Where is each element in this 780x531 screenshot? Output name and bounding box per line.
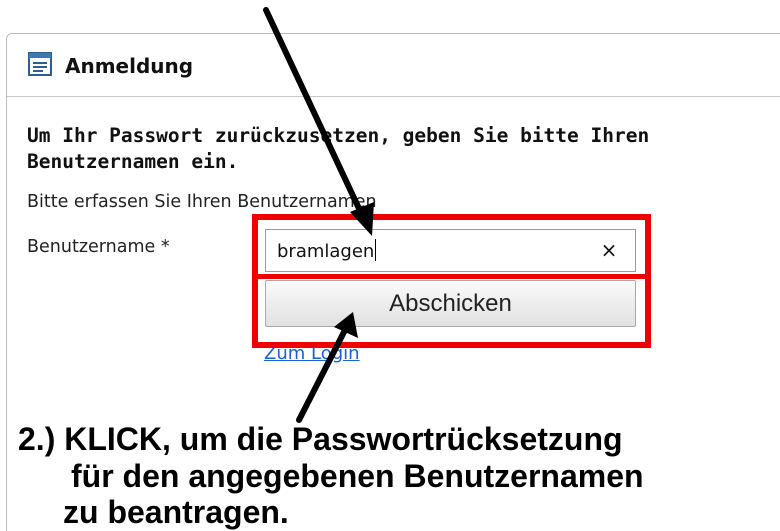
dialog-titlebar: Anmeldung bbox=[7, 34, 780, 97]
annotation-line-2: für den angegebenen Benutzernamen bbox=[71, 458, 644, 494]
screenshot-canvas: Anmeldung Um Ihr Passwort zurückzusetzen… bbox=[0, 0, 780, 531]
dialog-title: Anmeldung bbox=[65, 54, 194, 78]
annotation-line-3: zu beantragen. bbox=[63, 494, 289, 530]
reset-heading: Um Ihr Passwort zurückzusetzen, geben Si… bbox=[27, 124, 650, 173]
submit-button[interactable]: Abschicken bbox=[265, 280, 636, 327]
text-caret bbox=[375, 239, 377, 261]
clear-input-icon[interactable]: × bbox=[597, 238, 621, 262]
back-to-login-link[interactable]: Zum Login bbox=[264, 343, 360, 364]
username-input-value: bramlagen bbox=[277, 241, 375, 262]
annotation-line-1: 2.) KLICK, um die Passwortrücksetzung bbox=[18, 421, 623, 457]
username-input[interactable]: bramlagen × bbox=[265, 229, 636, 272]
window-form-icon bbox=[28, 52, 52, 76]
username-label: Benutzername * bbox=[27, 237, 170, 257]
instruction-text: Bitte erfassen Sie Ihren Benutzernamen bbox=[27, 192, 377, 212]
